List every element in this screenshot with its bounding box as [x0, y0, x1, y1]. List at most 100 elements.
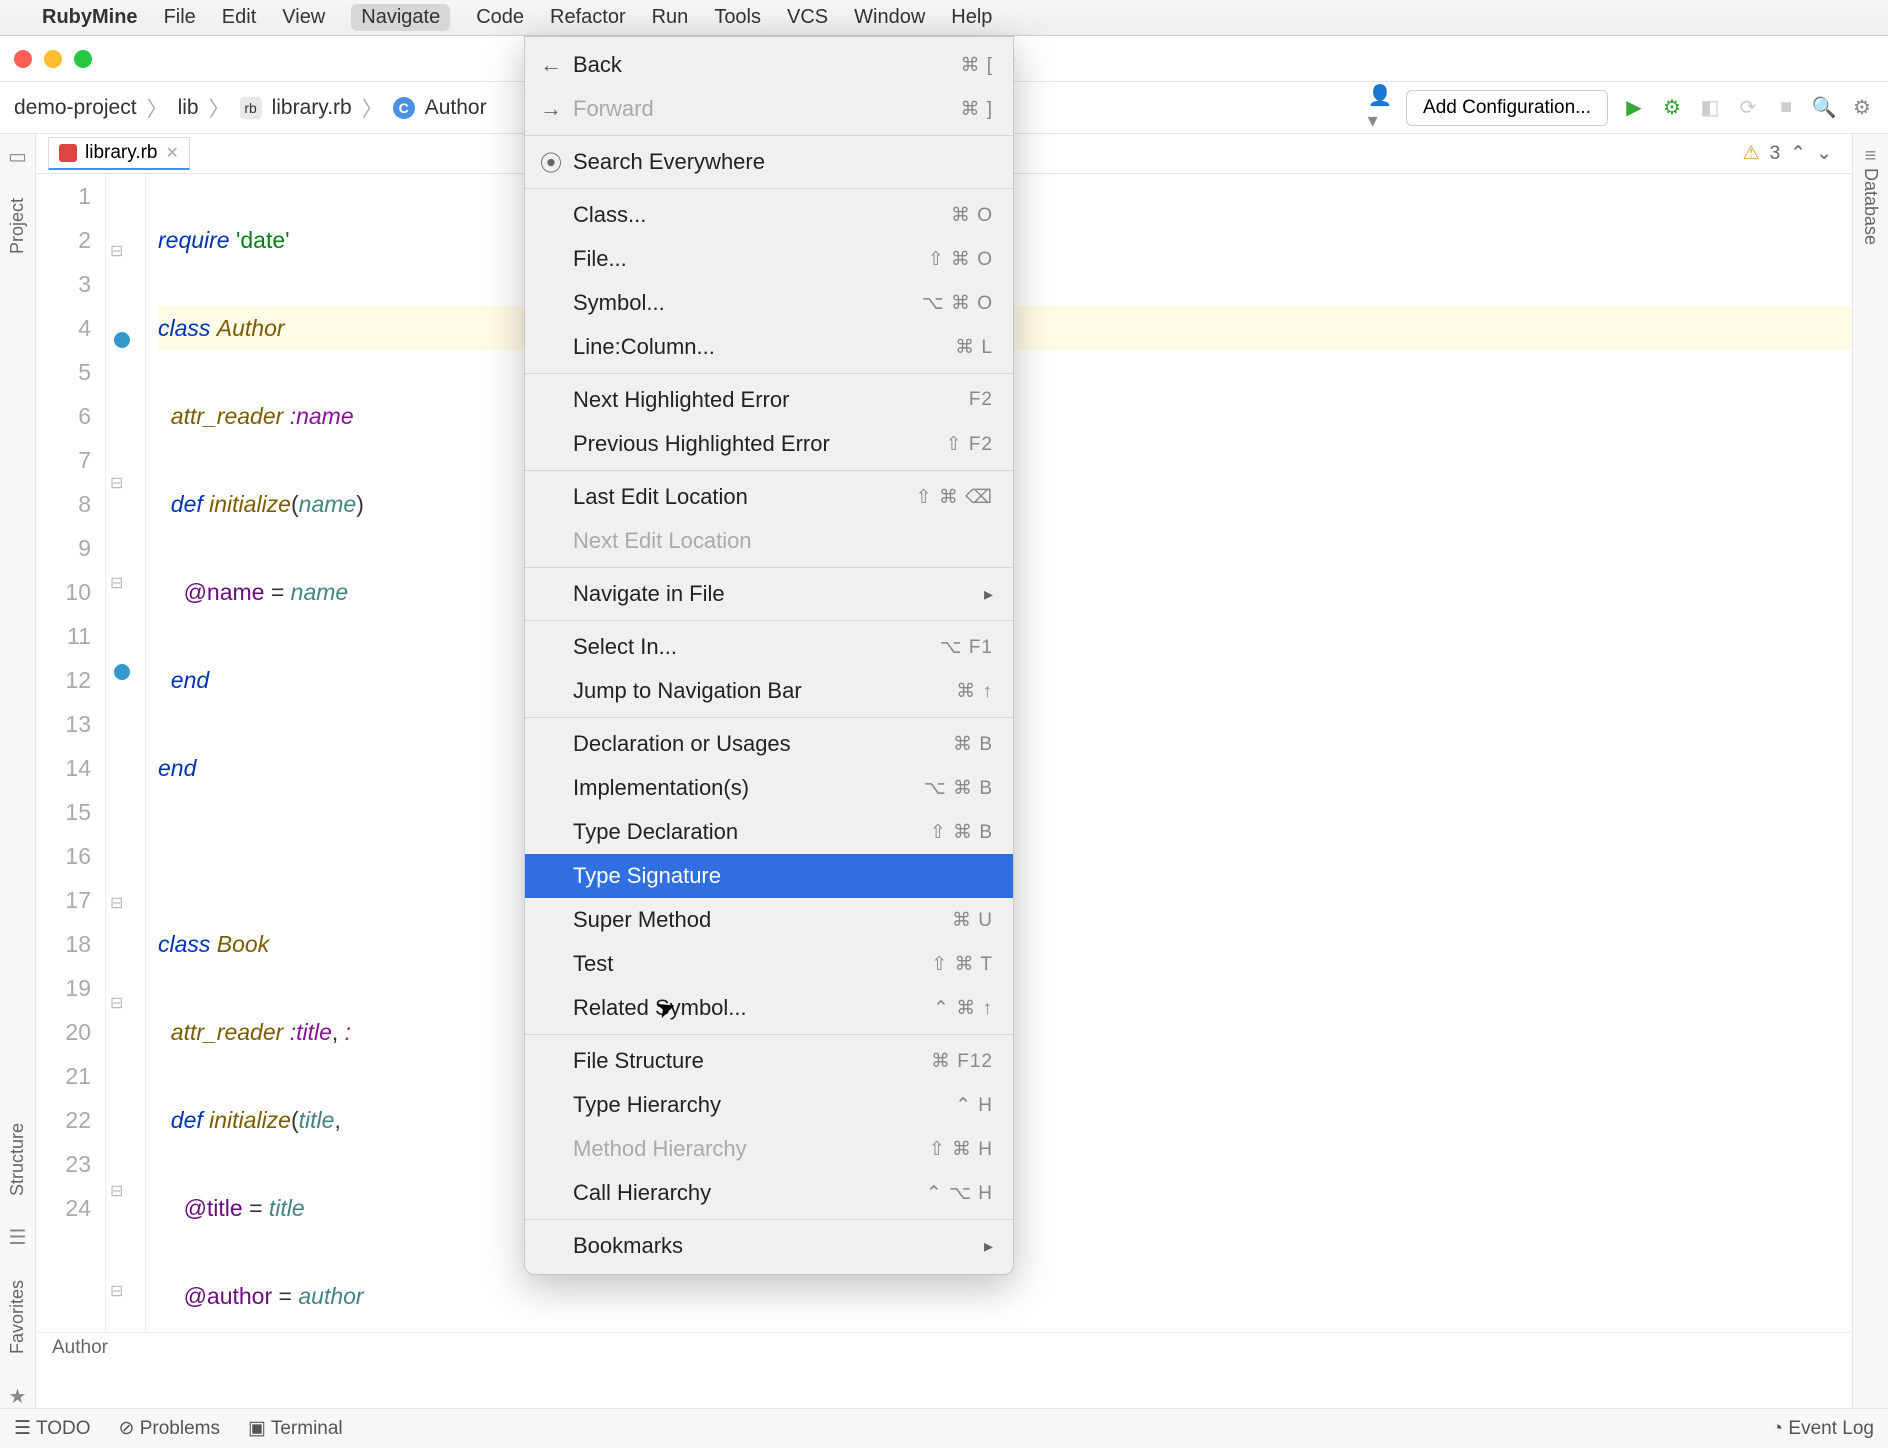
- menu-item-label: Navigate in File: [573, 581, 725, 607]
- menu-item-call-hierarchy[interactable]: Call Hierarchy⌃ ⌥ H: [525, 1171, 1013, 1215]
- search-icon[interactable]: 🔍: [1812, 96, 1836, 120]
- line-gutter: 123456789101112131415161718192021222324: [36, 174, 106, 1332]
- minimize-icon[interactable]: [44, 50, 62, 68]
- problems-tool[interactable]: ⊘ Problems: [119, 1417, 220, 1440]
- structure-tool-icon[interactable]: ☰: [6, 1226, 30, 1250]
- debug-icon[interactable]: ⚙: [1660, 96, 1684, 120]
- override-marker-icon[interactable]: [114, 664, 130, 680]
- inspection-widget[interactable]: ⚠ 3 ⌃ ⌄: [1743, 142, 1832, 165]
- menu-view[interactable]: View: [282, 6, 325, 29]
- menu-help[interactable]: Help: [951, 6, 992, 29]
- menu-refactor[interactable]: Refactor: [550, 6, 626, 29]
- project-tool[interactable]: Project: [7, 198, 28, 254]
- prev-highlight-icon[interactable]: ⌃: [1790, 142, 1806, 165]
- stop-icon[interactable]: ■: [1774, 96, 1798, 120]
- menu-shortcut: ⇧ F2: [946, 433, 993, 456]
- menu-item-label: Related Symbol...: [573, 995, 747, 1021]
- user-icon[interactable]: 👤▾: [1368, 96, 1392, 120]
- submenu-chevron-icon: ▸: [984, 584, 993, 605]
- menu-item-select-in-[interactable]: Select In...⌥ F1: [525, 625, 1013, 669]
- warning-icon: ⚠: [1743, 142, 1760, 165]
- menu-shortcut: ⌃ ⌥ H: [926, 1182, 993, 1205]
- structure-tool[interactable]: Structure: [7, 1123, 28, 1196]
- menu-item-type-signature[interactable]: Type Signature: [525, 854, 1013, 898]
- todo-tool[interactable]: ☰ TODO: [14, 1417, 91, 1440]
- navigate-menu: ←Back⌘ [→Forward⌘ ] ⦿Search Everywhere Cla…: [524, 36, 1014, 1275]
- close-icon[interactable]: [14, 50, 32, 68]
- menu-item-forward: →Forward⌘ ]: [525, 87, 1013, 131]
- menu-tools[interactable]: Tools: [714, 6, 761, 29]
- menu-item-implementation-s-[interactable]: Implementation(s)⌥ ⌘ B: [525, 766, 1013, 810]
- crumb-class[interactable]: Author: [425, 96, 487, 120]
- menu-vcs[interactable]: VCS: [787, 6, 828, 29]
- menu-item-back[interactable]: ←Back⌘ [: [525, 43, 1013, 87]
- zoom-icon[interactable]: [74, 50, 92, 68]
- settings-icon[interactable]: ⚙: [1850, 96, 1874, 120]
- menu-item-super-method[interactable]: Super Method⌘ U: [525, 898, 1013, 942]
- menu-item-jump-to-navigation-bar[interactable]: Jump to Navigation Bar⌘ ↑: [525, 669, 1013, 713]
- nav-breadcrumbs[interactable]: demo-project〉 lib〉 rb library.rb〉 C Auth…: [14, 93, 487, 123]
- menu-item-label: Last Edit Location: [573, 484, 748, 510]
- menu-item-related-symbol-[interactable]: Related Symbol... ⌃ ⌘ ↑: [525, 986, 1013, 1030]
- menu-item-test[interactable]: Test⇧ ⌘ T: [525, 942, 1013, 986]
- menu-item-symbol-[interactable]: Symbol...⌥ ⌘ O: [525, 281, 1013, 325]
- database-tool-icon[interactable]: ≡: [1859, 144, 1883, 168]
- event-log-tool[interactable]: ◔ Event Log: [1772, 1418, 1874, 1440]
- menu-item-method-hierarchy: Method Hierarchy⇧ ⌘ H: [525, 1127, 1013, 1171]
- menu-navigate[interactable]: Navigate: [351, 4, 450, 31]
- menu-item-label: Type Declaration: [573, 819, 738, 845]
- menu-run[interactable]: Run: [652, 6, 689, 29]
- favorites-tool[interactable]: Favorites: [7, 1280, 28, 1354]
- app-name[interactable]: RubyMine: [42, 6, 138, 29]
- menu-item-file-[interactable]: File...⇧ ⌘ O: [525, 237, 1013, 281]
- crumb-folder[interactable]: lib: [178, 96, 199, 120]
- menu-file[interactable]: File: [164, 6, 196, 29]
- menu-item-label: Select In...: [573, 634, 677, 660]
- next-highlight-icon[interactable]: ⌄: [1816, 142, 1832, 165]
- crumb-file[interactable]: library.rb: [272, 96, 352, 120]
- left-tool-stripe: ▭ Project Structure ☰ Favorites ★: [0, 134, 36, 1408]
- add-configuration-button[interactable]: Add Configuration...: [1406, 90, 1608, 126]
- tab-close-icon[interactable]: ✕: [166, 143, 179, 163]
- terminal-tool[interactable]: ▣ Terminal: [248, 1417, 343, 1440]
- database-tool[interactable]: Database: [1860, 168, 1881, 245]
- crumb-project[interactable]: demo-project: [14, 96, 137, 120]
- warning-count: 3: [1770, 143, 1781, 165]
- menu-item-label: Type Signature: [573, 863, 721, 889]
- menu-code[interactable]: Code: [476, 6, 524, 29]
- class-icon: C: [393, 97, 415, 119]
- mac-menubar: RubyMine File Edit View Navigate Code Re…: [0, 0, 1888, 36]
- menu-shortcut: ⌘ O: [951, 204, 993, 227]
- window-controls: [14, 50, 92, 68]
- menu-item-last-edit-location[interactable]: Last Edit Location⇧ ⌘ ⌫: [525, 475, 1013, 519]
- profile-icon[interactable]: ⟳: [1736, 96, 1760, 120]
- menu-edit[interactable]: Edit: [222, 6, 256, 29]
- run-icon[interactable]: ▶: [1622, 96, 1646, 120]
- menu-item-type-hierarchy[interactable]: Type Hierarchy⌃ H: [525, 1083, 1013, 1127]
- menu-item-label: File Structure: [573, 1048, 704, 1074]
- menu-item-file-structure[interactable]: File Structure⌘ F12: [525, 1039, 1013, 1083]
- file-tab[interactable]: library.rb ✕: [48, 137, 190, 170]
- menu-shortcut: ⌃ ⌘ ↑: [933, 997, 993, 1020]
- editor-breadcrumb[interactable]: Author: [36, 1332, 1852, 1368]
- coverage-icon[interactable]: ◧: [1698, 96, 1722, 120]
- menu-item-label: Symbol...: [573, 290, 665, 316]
- ruby-icon: [59, 144, 77, 162]
- menu-item-previous-highlighted-error[interactable]: Previous Highlighted Error⇧ F2: [525, 422, 1013, 466]
- menu-item-search-everywhere[interactable]: ⦿Search Everywhere: [525, 140, 1013, 184]
- menu-window[interactable]: Window: [854, 6, 925, 29]
- right-tool-stripe: ≡ Database: [1852, 134, 1888, 1408]
- favorites-tool-icon[interactable]: ★: [6, 1384, 30, 1408]
- menu-item-navigate-in-file[interactable]: Navigate in File ▸: [525, 572, 1013, 616]
- menu-item-class-[interactable]: Class...⌘ O: [525, 193, 1013, 237]
- marker-gutter: ⊟ ⊟ ⊟ ⊟ ⊟ ⊟ ⊟: [106, 174, 146, 1332]
- menu-item-declaration-or-usages[interactable]: Declaration or Usages⌘ B: [525, 722, 1013, 766]
- menu-item-next-highlighted-error[interactable]: Next Highlighted ErrorF2: [525, 378, 1013, 422]
- project-tool-icon[interactable]: ▭: [6, 144, 30, 168]
- menu-item-bookmarks[interactable]: Bookmarks▸: [525, 1224, 1013, 1268]
- menu-item-line-column-[interactable]: Line:Column...⌘ L: [525, 325, 1013, 369]
- submenu-chevron-icon: ▸: [984, 1236, 993, 1257]
- override-marker-icon[interactable]: [114, 332, 130, 348]
- menu-shortcut: ⇧ ⌘ T: [931, 953, 993, 976]
- menu-item-type-declaration[interactable]: Type Declaration⇧ ⌘ B: [525, 810, 1013, 854]
